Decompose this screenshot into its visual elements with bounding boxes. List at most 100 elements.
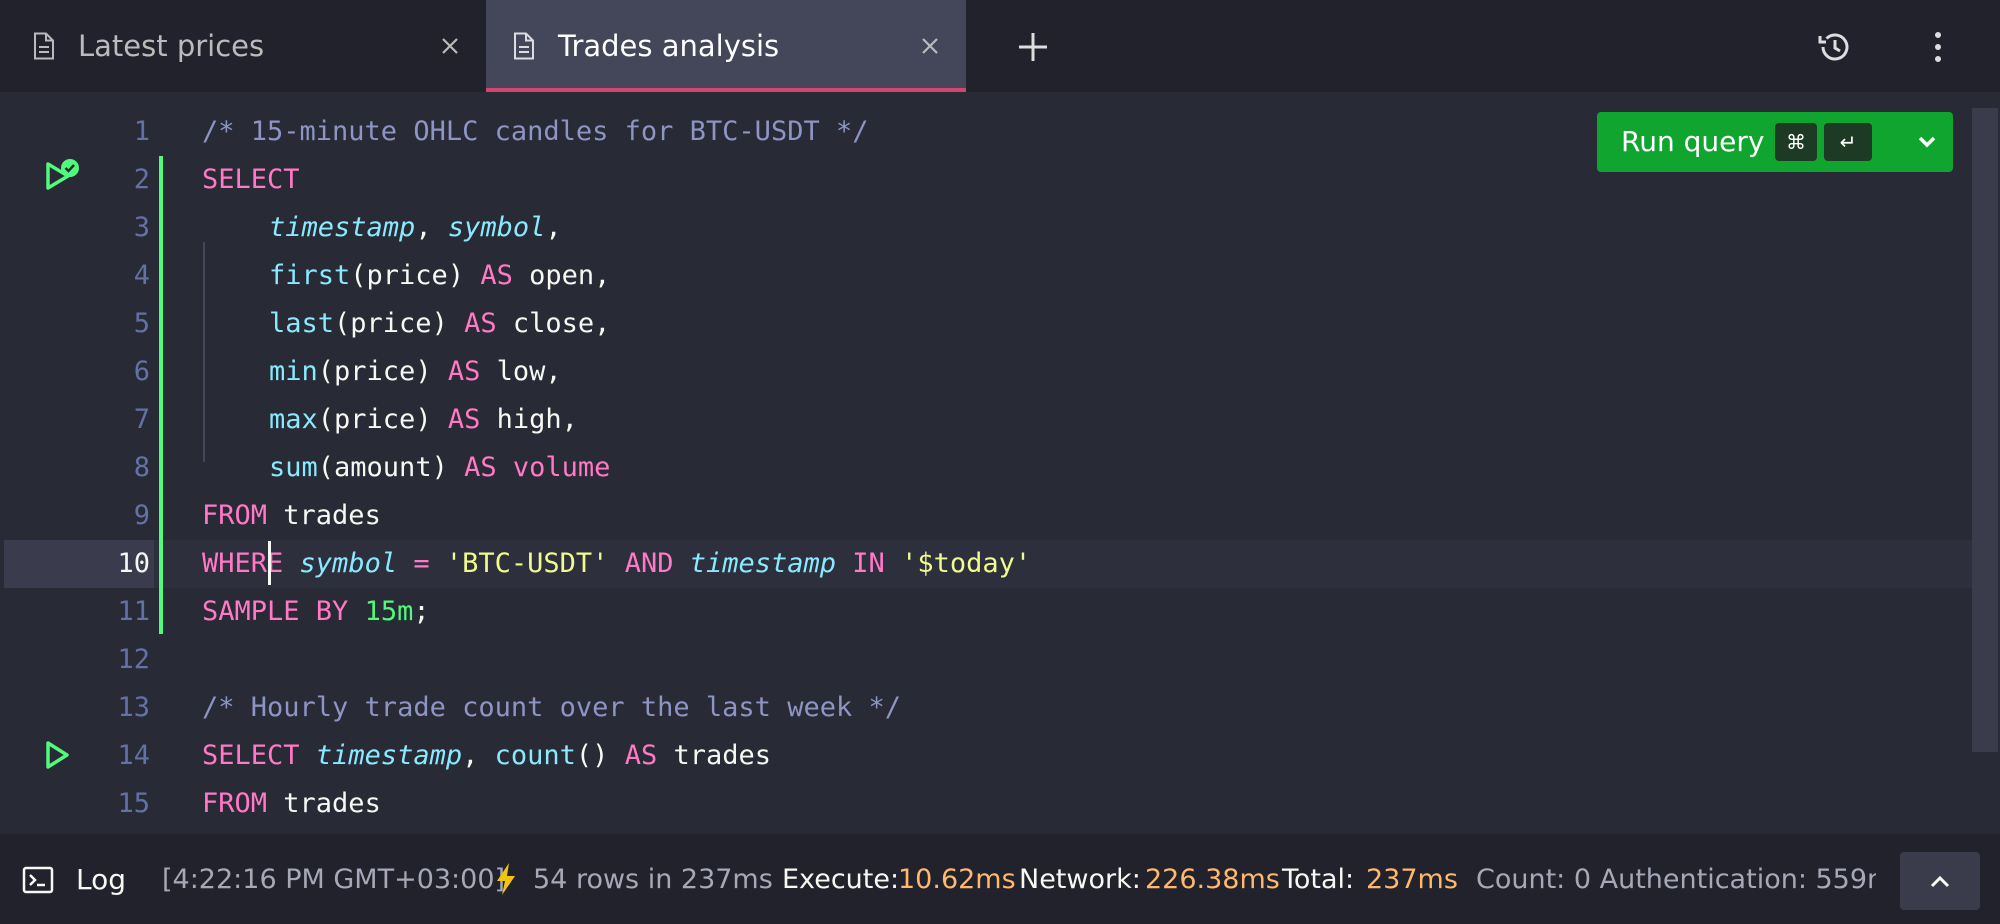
code-line[interactable]: 9 FROM trades <box>0 492 2000 540</box>
close-icon[interactable] <box>916 32 944 60</box>
run-query-button[interactable]: Run query ⌘ ↵ <box>1597 112 1897 172</box>
tab-label: Trades analysis <box>558 29 780 63</box>
cmd-key-hint: ⌘ <box>1775 123 1817 161</box>
line-number: 15 <box>117 788 150 819</box>
code-text: first(price) AS open, <box>269 252 610 300</box>
code-token: (price) <box>350 260 481 291</box>
code-line[interactable]: 5 last(price) AS close, <box>0 300 2000 348</box>
code-token: timestamp <box>315 740 463 771</box>
code-token: , <box>415 212 448 243</box>
code-token: last <box>269 308 335 339</box>
code-token: timestamp <box>269 212 416 243</box>
tab-trades-analysis[interactable]: Trades analysis <box>486 0 966 92</box>
code-line[interactable]: 7 max(price) AS high, <box>0 396 2000 444</box>
line-number: 4 <box>133 260 150 291</box>
more-vertical-icon[interactable] <box>1924 28 1952 66</box>
run-options-dropdown[interactable] <box>1901 112 1953 172</box>
code-token: /* Hourly trade count over the last week… <box>202 692 901 723</box>
line-number: 11 <box>117 596 150 627</box>
tab-latest-prices[interactable]: Latest prices <box>0 0 486 92</box>
line-number: 10 <box>117 548 150 579</box>
code-token: symbol <box>299 548 398 579</box>
code-token: AS <box>464 308 497 339</box>
network-label: Network: <box>1019 864 1141 895</box>
network-time: 226.38ms <box>1145 864 1280 895</box>
code-token: SELECT <box>202 164 300 195</box>
code-text: SELECT <box>202 156 300 204</box>
code-token: count <box>494 740 576 771</box>
code-text: FROM trades <box>202 492 381 540</box>
line-number: 13 <box>117 692 150 723</box>
lightning-icon <box>497 863 515 895</box>
line-number: 8 <box>133 452 150 483</box>
code-token: = <box>397 548 446 579</box>
code-text: last(price) AS close, <box>269 300 610 348</box>
query-timestamp: [4:22:16 PM GMT+03:00] <box>162 864 506 895</box>
code-token: SAMPLE BY <box>202 596 365 627</box>
chevron-down-icon <box>1918 136 1936 148</box>
code-line[interactable]: 4 first(price) AS open, <box>0 252 2000 300</box>
code-token: symbol <box>447 212 546 243</box>
code-line[interactable]: 11 SAMPLE BY 15m; <box>0 588 2000 636</box>
expand-results-button[interactable] <box>1900 852 1980 910</box>
extra-timings: Count: 0 Authentication: 559ns C <box>1476 864 1876 895</box>
document-icon <box>34 32 54 60</box>
code-token: trades <box>267 500 381 531</box>
code-line[interactable]: 14 SELECT timestamp, count() AS trades <box>0 732 2000 780</box>
terminal-icon[interactable] <box>22 866 54 894</box>
code-token: FROM <box>202 500 268 531</box>
code-line[interactable]: 12 <box>0 636 2000 684</box>
code-token: 15m <box>364 596 414 627</box>
code-token: FROM <box>202 788 268 819</box>
tab-bar: Latest prices Trades analysis <box>0 0 2000 92</box>
code-line[interactable]: 15 FROM trades <box>0 780 2000 828</box>
line-number: 12 <box>117 644 150 675</box>
total-label: Total: <box>1282 864 1355 895</box>
code-text: max(price) AS high, <box>269 396 578 444</box>
code-line[interactable]: 8 sum(amount) AS volume <box>0 444 2000 492</box>
code-token: WHERE <box>202 548 284 579</box>
scrollbar[interactable] <box>1972 108 1998 752</box>
code-token: IN <box>836 548 902 579</box>
code-text: timestamp, symbol, <box>269 204 562 252</box>
code-token: trades <box>267 788 381 819</box>
code-text: SELECT timestamp, count() AS trades <box>202 732 771 780</box>
code-line[interactable]: 3 timestamp, symbol, <box>0 204 2000 252</box>
sql-editor[interactable]: 1 /* 15-minute OHLC candles for BTC-USDT … <box>0 92 2000 834</box>
code-line[interactable]: 6 min(price) AS low, <box>0 348 2000 396</box>
run-query-label: Run query <box>1621 125 1765 158</box>
code-token: () <box>575 740 625 771</box>
code-token: '$today' <box>901 548 1032 579</box>
code-token: (price) <box>317 356 448 387</box>
code-token: open, <box>512 260 611 291</box>
code-text: WHERE symbol = 'BTC-USDT' AND timestamp … <box>202 540 1031 588</box>
code-token: first <box>269 260 351 291</box>
execute-time: 10.62ms <box>898 864 1016 895</box>
plus-icon[interactable] <box>1016 30 1050 64</box>
code-token: ; <box>413 596 430 627</box>
code-token: low, <box>480 356 562 387</box>
code-text: SAMPLE BY 15m; <box>202 588 430 636</box>
run-query-group: Run query ⌘ ↵ <box>1597 112 1953 172</box>
total-time: 237ms <box>1366 864 1458 895</box>
code-token: AS <box>480 260 513 291</box>
run-success-icon[interactable] <box>44 158 80 194</box>
code-token: , <box>462 740 495 771</box>
log-toggle[interactable]: Log <box>76 862 126 898</box>
code-token: (amount) <box>317 452 465 483</box>
code-token: AND <box>608 548 690 579</box>
close-icon[interactable] <box>436 32 464 60</box>
enter-key-hint: ↵ <box>1824 123 1872 161</box>
history-icon[interactable] <box>1816 28 1854 66</box>
code-line[interactable]: 10 WHERE symbol = 'BTC-USDT' AND timestam… <box>0 540 2000 588</box>
code-token: close, <box>496 308 611 339</box>
code-line[interactable]: 13 /* Hourly trade count over the last we… <box>0 684 2000 732</box>
line-number: 9 <box>133 500 150 531</box>
code-token: , <box>545 212 562 243</box>
code-text: FROM trades <box>202 780 381 828</box>
line-number: 1 <box>133 116 150 147</box>
run-icon[interactable] <box>44 740 70 770</box>
code-text: sum(amount) AS volume <box>269 444 610 492</box>
code-token: max <box>269 404 318 435</box>
